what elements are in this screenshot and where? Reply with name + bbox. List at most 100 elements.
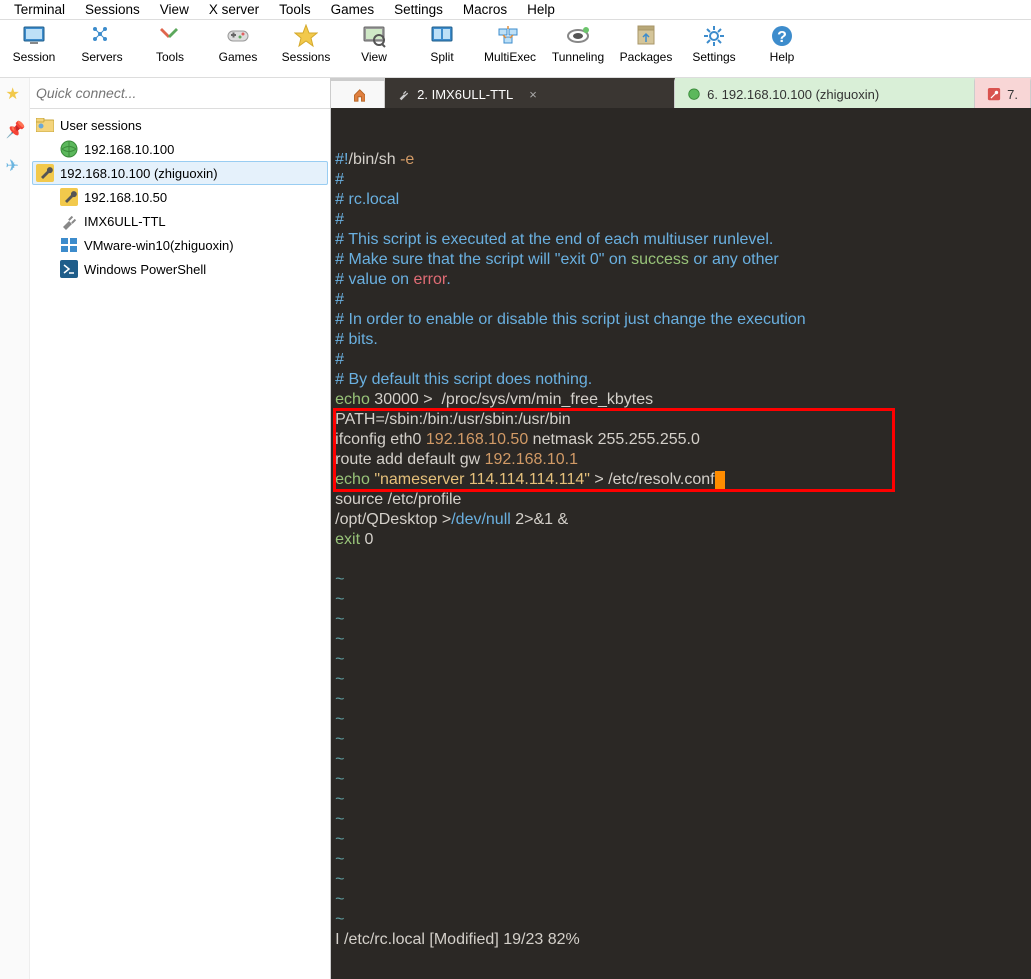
terminal-line bbox=[335, 550, 1027, 570]
plug-icon bbox=[60, 212, 78, 230]
session-label: VMware-win10(zhiguoxin) bbox=[84, 238, 234, 253]
terminal-line: PATH=/sbin:/bin:/usr/sbin:/usr/bin bbox=[335, 410, 1027, 430]
terminal-line: /opt/QDesktop >/dev/null 2>&1 & bbox=[335, 510, 1027, 530]
cursor bbox=[715, 471, 725, 489]
toolbar-tools[interactable]: Tools bbox=[136, 22, 204, 64]
close-icon[interactable]: × bbox=[529, 87, 537, 102]
powershell-icon bbox=[60, 260, 78, 278]
tab[interactable]: 7. bbox=[975, 78, 1031, 108]
games-icon bbox=[224, 22, 252, 50]
terminal-line: echo 30000 > /proc/sys/vm/min_free_kbyte… bbox=[335, 390, 1027, 410]
quick-connect-input[interactable] bbox=[30, 78, 330, 108]
terminal-tilde: ~ bbox=[335, 610, 1027, 630]
terminal-tilde: ~ bbox=[335, 730, 1027, 750]
vim-statusline: I /etc/rc.local [Modified] 19/23 82% bbox=[335, 930, 1027, 950]
tab-strip: 2. IMX6ULL-TTL × 6. 192.168.10.100 (zhiguo… bbox=[331, 78, 1031, 108]
menubar: TerminalSessionsViewX serverToolsGamesSe… bbox=[0, 0, 1031, 20]
session-item[interactable]: Windows PowerShell bbox=[32, 257, 328, 281]
svg-text:?: ? bbox=[777, 29, 787, 46]
view-icon bbox=[360, 22, 388, 50]
tab[interactable]: 6. 192.168.10.100 (zhiguoxin) bbox=[675, 78, 975, 108]
toolbar-packages[interactable]: Packages bbox=[612, 22, 680, 64]
menu-x-server[interactable]: X server bbox=[199, 2, 269, 17]
menu-help[interactable]: Help bbox=[517, 2, 565, 17]
session-label: IMX6ULL-TTL bbox=[84, 214, 166, 229]
terminal-line: # bbox=[335, 350, 1027, 370]
terminal-line: #!/bin/sh -e bbox=[335, 150, 1027, 170]
star-icon[interactable]: ★ bbox=[6, 84, 24, 102]
pin-icon[interactable]: 📌 bbox=[6, 120, 24, 138]
terminal-line: # rc.local bbox=[335, 190, 1027, 210]
terminal-line: # In order to enable or disable this scr… bbox=[335, 310, 1027, 330]
toolbar-view[interactable]: View bbox=[340, 22, 408, 64]
tab[interactable]: 2. IMX6ULL-TTL × bbox=[385, 78, 675, 108]
session-label: 192.168.10.100 bbox=[84, 142, 174, 157]
tree-root[interactable]: User sessions bbox=[32, 113, 328, 137]
toolbar-multiexec[interactable]: MultiExec bbox=[476, 22, 544, 64]
terminal-tilde: ~ bbox=[335, 790, 1027, 810]
packages-icon bbox=[632, 22, 660, 50]
menu-settings[interactable]: Settings bbox=[384, 2, 453, 17]
tab-label: 6. 192.168.10.100 (zhiguoxin) bbox=[707, 87, 879, 102]
terminal-tilde: ~ bbox=[335, 630, 1027, 650]
toolbar-session[interactable]: Session bbox=[0, 22, 68, 64]
terminal-line: # bbox=[335, 210, 1027, 230]
globe-green-icon bbox=[687, 88, 701, 102]
session-item[interactable]: 192.168.10.100 (zhiguoxin) bbox=[32, 161, 328, 185]
toolbar-sessions[interactable]: Sessions bbox=[272, 22, 340, 64]
tab-label: 2. IMX6ULL-TTL bbox=[417, 87, 513, 102]
terminal-line: # This script is executed at the end of … bbox=[335, 230, 1027, 250]
servers-icon bbox=[88, 22, 116, 50]
quick-connect[interactable] bbox=[30, 78, 330, 109]
terminal-line: # bbox=[335, 170, 1027, 190]
menu-terminal[interactable]: Terminal bbox=[4, 2, 75, 17]
folder-icon bbox=[36, 116, 54, 134]
star-icon bbox=[292, 22, 320, 50]
help-icon: ? bbox=[768, 22, 796, 50]
terminal-tilde: ~ bbox=[335, 770, 1027, 790]
send-icon[interactable]: ✈ bbox=[6, 156, 24, 174]
terminal-tilde: ~ bbox=[335, 570, 1027, 590]
tab-label: 7. bbox=[1007, 87, 1018, 102]
wrench-icon bbox=[36, 164, 54, 182]
terminal-line: ifconfig eth0 192.168.10.50 netmask 255.… bbox=[335, 430, 1027, 450]
tools-icon bbox=[156, 22, 184, 50]
toolbar-tunneling[interactable]: Tunneling bbox=[544, 22, 612, 64]
session-item[interactable]: VMware-win10(zhiguoxin) bbox=[32, 233, 328, 257]
terminal-tilde: ~ bbox=[335, 890, 1027, 910]
side-panel: ★ 📌 ✈ User sessions 192.168.10.100 192.16… bbox=[0, 78, 331, 979]
toolbar-split[interactable]: Split bbox=[408, 22, 476, 64]
session-item[interactable]: 192.168.10.100 bbox=[32, 137, 328, 161]
menu-sessions[interactable]: Sessions bbox=[75, 2, 150, 17]
toolbar-settings[interactable]: Settings bbox=[680, 22, 748, 64]
session-icon bbox=[20, 22, 48, 50]
toolbar-servers[interactable]: Servers bbox=[68, 22, 136, 64]
split-icon bbox=[428, 22, 456, 50]
globe-green-icon bbox=[60, 140, 78, 158]
editor-area: 2. IMX6ULL-TTL × 6. 192.168.10.100 (zhiguo… bbox=[331, 78, 1031, 979]
toolbar-help[interactable]: ?Help bbox=[748, 22, 816, 64]
terminal-line: # bits. bbox=[335, 330, 1027, 350]
terminal-tilde: ~ bbox=[335, 650, 1027, 670]
tab[interactable] bbox=[331, 78, 385, 108]
session-label: Windows PowerShell bbox=[84, 262, 206, 277]
wrench-red-icon bbox=[987, 88, 1001, 102]
menu-view[interactable]: View bbox=[150, 2, 199, 17]
terminal-line: # value on error. bbox=[335, 270, 1027, 290]
toolbar: SessionServersToolsGamesSessionsViewSpli… bbox=[0, 20, 1031, 78]
terminal-tilde: ~ bbox=[335, 710, 1027, 730]
terminal-tilde: ~ bbox=[335, 870, 1027, 890]
terminal-tilde: ~ bbox=[335, 830, 1027, 850]
menu-games[interactable]: Games bbox=[321, 2, 385, 17]
terminal-tilde: ~ bbox=[335, 690, 1027, 710]
toolbar-games[interactable]: Games bbox=[204, 22, 272, 64]
session-item[interactable]: IMX6ULL-TTL bbox=[32, 209, 328, 233]
settings-icon bbox=[700, 22, 728, 50]
menu-tools[interactable]: Tools bbox=[269, 2, 321, 17]
home-icon bbox=[351, 88, 365, 102]
terminal-line: echo "nameserver 114.114.114.114" > /etc… bbox=[335, 470, 1027, 490]
session-label: 192.168.10.100 (zhiguoxin) bbox=[60, 166, 218, 181]
session-item[interactable]: 192.168.10.50 bbox=[32, 185, 328, 209]
menu-macros[interactable]: Macros bbox=[453, 2, 517, 17]
terminal[interactable]: #!/bin/sh -e## rc.local## This script is… bbox=[331, 108, 1031, 979]
